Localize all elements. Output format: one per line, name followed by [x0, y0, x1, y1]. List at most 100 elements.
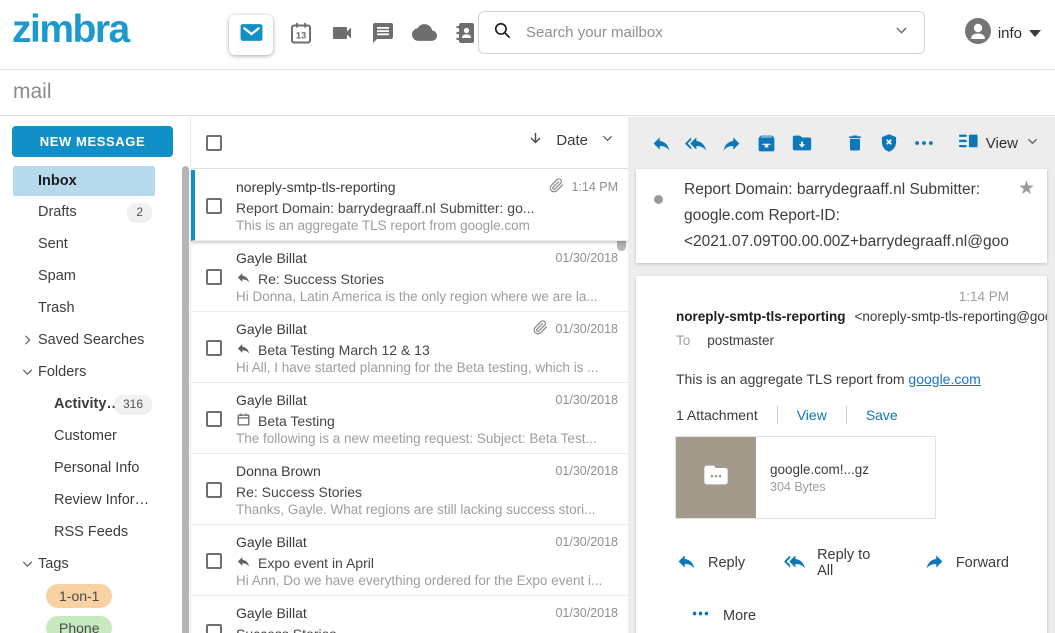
cloud-icon	[412, 20, 437, 50]
sort-control[interactable]: Date	[527, 130, 615, 151]
attachments-save-link[interactable]: Save	[866, 407, 898, 423]
message-row-4[interactable]: Gayle Billat01/30/2018 Beta Testing The …	[191, 383, 628, 454]
body-link[interactable]: google.com	[908, 371, 980, 387]
replied-icon	[236, 270, 251, 288]
mail-app-button[interactable]	[229, 15, 273, 55]
more-actions-button[interactable]	[913, 132, 935, 154]
archive-button[interactable]	[756, 133, 777, 154]
message-date: 01/30/2018	[555, 464, 618, 478]
sidebar-folder-rss-feeds[interactable]: RSS Feeds	[0, 516, 190, 548]
reply-button[interactable]	[651, 133, 672, 154]
message-row-7[interactable]: Gayle Billat01/30/2018 Success Stories	[191, 596, 628, 633]
zimbra-logo[interactable]: zimbra	[12, 8, 129, 52]
to-label: To	[676, 333, 690, 348]
message-subject: Re: Success Stories	[258, 271, 384, 287]
row-checkbox[interactable]	[206, 553, 222, 569]
sidebar-item-trash[interactable]: Trash	[0, 292, 190, 324]
message-row-2[interactable]: Gayle Billat01/30/2018 Re: Success Stori…	[191, 241, 628, 312]
account-menu[interactable]: info	[965, 18, 1041, 49]
row-checkbox[interactable]	[206, 411, 222, 427]
sidebar-item-saved-searches[interactable]: Saved Searches	[0, 324, 190, 356]
sidebar-tag-1-on-1[interactable]: 1-on-1	[0, 580, 190, 612]
sidebar-item-inbox[interactable]: Inbox	[13, 166, 155, 196]
avatar	[965, 18, 991, 49]
search-input[interactable]	[524, 23, 881, 42]
message-actions: Reply Reply to All Forward	[676, 547, 1047, 579]
move-to-folder-button[interactable]	[791, 132, 813, 154]
search-bar	[478, 11, 925, 54]
sidebar-folder-review-information[interactable]: Review Infor…	[0, 484, 190, 516]
search-options-chevron-icon[interactable]	[893, 22, 910, 44]
sidebar-scrollbar[interactable]	[182, 166, 189, 633]
message-sender: Gayle Billat	[236, 605, 548, 621]
message-subject: Expo event in April	[258, 555, 374, 571]
video-app-button[interactable]	[329, 22, 355, 48]
sidebar-section-tags[interactable]: Tags	[0, 548, 190, 580]
spam-shield-button[interactable]	[879, 133, 899, 153]
attachments-view-link[interactable]: View	[797, 407, 827, 423]
attachment-card[interactable]: google.com!...gz 304 Bytes	[676, 437, 935, 518]
ellipsis-icon	[691, 604, 710, 627]
forward-action-button[interactable]: Forward	[924, 551, 1009, 576]
row-checkbox[interactable]	[206, 624, 222, 633]
row-checkbox[interactable]	[206, 482, 222, 498]
sidebar-item-sent[interactable]: Sent	[0, 228, 190, 260]
sidebar-item-drafts[interactable]: Drafts2	[0, 196, 190, 228]
chat-app-button[interactable]	[370, 22, 396, 48]
message-row-6[interactable]: Gayle Billat01/30/2018 Expo event in Apr…	[191, 525, 628, 596]
sidebar-section-folders[interactable]: Folders	[0, 356, 190, 388]
sort-direction-icon[interactable]	[527, 130, 544, 151]
select-all-checkbox[interactable]	[206, 135, 222, 151]
message-subject: Success Stories	[236, 626, 336, 633]
chevron-down-icon	[21, 558, 34, 571]
row-checkbox[interactable]	[206, 269, 222, 285]
new-message-button[interactable]: NEW MESSAGE	[12, 126, 173, 157]
divider	[777, 406, 778, 424]
to-recipient[interactable]: postmaster	[707, 333, 774, 348]
message-row-5[interactable]: Donna Brown01/30/2018 Re: Success Storie…	[191, 454, 628, 525]
from-name[interactable]: noreply-smtp-tls-reporting	[676, 309, 846, 324]
sidebar-folder-customer[interactable]: Customer	[0, 420, 190, 452]
account-name: info	[998, 25, 1022, 42]
message-from: noreply-smtp-tls-reporting<noreply-smtp-…	[676, 309, 1047, 324]
delete-button[interactable]	[845, 133, 865, 153]
reply-all-action-button[interactable]: Reply to All	[783, 547, 886, 579]
message-subject-heading: Report Domain: barrydegraaff.nl Submitte…	[684, 177, 1011, 257]
star-icon[interactable]: ★	[1018, 179, 1035, 198]
sidebar-folder-personal-info[interactable]: Personal Info	[0, 452, 190, 484]
sidebar-item-spam[interactable]: Spam	[0, 260, 190, 292]
sidebar-folder-activity[interactable]: Activity…316	[0, 388, 190, 420]
paperclip-icon	[533, 320, 548, 338]
forward-button[interactable]	[721, 133, 742, 154]
divider	[846, 406, 847, 424]
message-toolbar: View	[628, 117, 1055, 169]
sidebar-tag-phone[interactable]: Phone	[0, 612, 190, 633]
message-row-1[interactable]: noreply-smtp-tls-reporting 1:14 PM Repor…	[191, 170, 628, 241]
archive-file-icon	[702, 461, 730, 494]
message-card: 1:14 PM noreply-smtp-tls-reporting<norep…	[636, 276, 1047, 633]
cloud-app-button[interactable]	[411, 22, 437, 48]
attachment-filename: google.com!...gz	[770, 462, 935, 477]
more-action-button[interactable]: More	[691, 604, 1047, 627]
reply-action-button[interactable]: Reply	[676, 551, 745, 576]
calendar-app-button[interactable]: 13	[288, 22, 314, 48]
row-checkbox[interactable]	[206, 340, 222, 356]
message-row-3[interactable]: Gayle Billat 01/30/2018 Beta Testing Mar…	[191, 312, 628, 383]
chevron-right-icon	[21, 334, 34, 347]
video-camera-icon	[330, 21, 354, 50]
reply-all-button[interactable]	[684, 133, 707, 154]
contacts-app-button[interactable]	[452, 22, 478, 48]
message-to: To postmaster	[676, 333, 1047, 348]
svg-text:13: 13	[296, 30, 307, 41]
message-snippet: Hi All, I have started planning for the …	[236, 360, 618, 379]
message-timestamp: 1:14 PM	[636, 289, 1009, 304]
message-body: This is an aggregate TLS report from goo…	[676, 371, 1047, 387]
app-switcher: 13	[229, 15, 478, 55]
unread-dot-icon	[654, 195, 663, 204]
sort-chevron-icon	[600, 131, 615, 150]
mail-icon	[239, 20, 264, 50]
message-sender: Gayle Billat	[236, 250, 548, 266]
message-sender: noreply-smtp-tls-reporting	[236, 179, 549, 195]
view-menu[interactable]: View	[958, 132, 1040, 155]
row-checkbox[interactable]	[206, 198, 222, 214]
